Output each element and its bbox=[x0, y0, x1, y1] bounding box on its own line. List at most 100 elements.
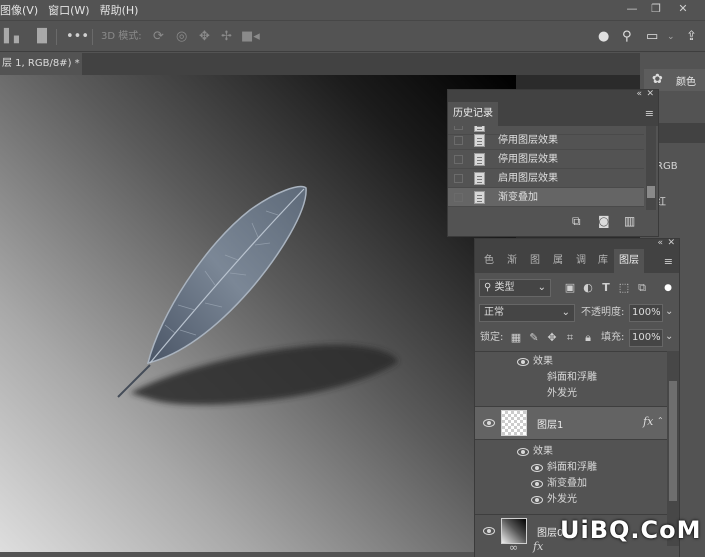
tab-history[interactable]: 历史记录 bbox=[448, 102, 498, 126]
panel-menu-icon[interactable]: ≡ bbox=[664, 255, 673, 268]
eye-icon[interactable] bbox=[517, 358, 529, 366]
effect-item[interactable]: 外发光 bbox=[475, 386, 663, 402]
collapse-icon[interactable]: « bbox=[657, 238, 663, 248]
add-style-button[interactable]: fx bbox=[533, 540, 543, 553]
color-panel-header[interactable]: ✿ 颜色 bbox=[644, 69, 705, 91]
distribute-icon[interactable]: ▐▌ bbox=[32, 29, 52, 45]
effects-group[interactable]: 效果 bbox=[475, 444, 663, 460]
layers-tabstrip: 色 渐 图 属 调 库 图层 ≡ bbox=[475, 249, 679, 273]
fill-input[interactable]: 100% bbox=[629, 329, 663, 347]
scrollbar-thumb[interactable] bbox=[669, 381, 677, 501]
history-item-label: 渐变叠加 bbox=[498, 192, 538, 203]
history-snapshot-checkbox[interactable] bbox=[454, 126, 463, 130]
tab-adjustments[interactable]: 调 bbox=[570, 249, 592, 273]
search-icon: ⚲ bbox=[484, 282, 495, 293]
lock-transparent-icon[interactable]: ▦ bbox=[509, 331, 523, 345]
tab-pattern[interactable]: 图 bbox=[524, 249, 546, 273]
eye-icon[interactable] bbox=[531, 480, 543, 488]
history-state-icon bbox=[474, 153, 485, 166]
history-item-label: 停用图层效果 bbox=[498, 135, 558, 146]
history-footer: ⧉ ◙ ▥ bbox=[448, 210, 658, 236]
close-window-icon[interactable]: ✕ bbox=[675, 2, 691, 16]
share-icon[interactable]: ⇪ bbox=[686, 29, 697, 45]
history-snapshot-checkbox[interactable] bbox=[454, 193, 463, 202]
opacity-input[interactable]: 100% bbox=[629, 304, 663, 322]
document-title: 层 1, RGB/8#) * bbox=[2, 58, 80, 69]
eye-icon[interactable] bbox=[483, 419, 495, 427]
link-layers-icon[interactable]: ∞ bbox=[509, 541, 518, 554]
filter-toggle-icon[interactable]: ● bbox=[661, 281, 675, 295]
new-document-from-state-icon[interactable]: ⧉ bbox=[572, 214, 581, 229]
history-item-label: 停用图层效果 bbox=[498, 154, 558, 165]
roll-3d-icon[interactable]: ◎ bbox=[176, 29, 187, 45]
orbit-3d-icon[interactable]: ⟳ bbox=[153, 29, 164, 45]
effect-item[interactable]: 外发光 bbox=[475, 492, 663, 508]
minimize-icon[interactable]: — bbox=[624, 2, 640, 16]
eye-icon[interactable] bbox=[517, 448, 529, 456]
panel-menu-icon[interactable]: ≡ bbox=[645, 107, 654, 120]
slide-3d-icon[interactable]: ✢ bbox=[221, 29, 232, 45]
blend-mode-select[interactable]: 正常 ⌄ bbox=[479, 304, 575, 322]
menu-window[interactable]: 窗口(W) bbox=[43, 2, 94, 18]
feather-artwork bbox=[117, 185, 398, 405]
menu-image[interactable]: 图像(V) bbox=[0, 2, 43, 18]
effect-item[interactable]: 斜面和浮雕 bbox=[475, 460, 663, 476]
close-panel-icon[interactable]: ✕ bbox=[667, 238, 675, 248]
history-snapshot-checkbox[interactable] bbox=[454, 174, 463, 183]
filter-type-icon[interactable]: T bbox=[599, 281, 613, 295]
eye-icon[interactable] bbox=[483, 527, 495, 535]
tab-gradient[interactable]: 渐 bbox=[501, 249, 523, 273]
filter-smart-object-icon[interactable]: ⧉ bbox=[635, 281, 649, 295]
effect-item[interactable]: 渐变叠加 bbox=[475, 476, 663, 492]
camera-icon[interactable]: ◙ bbox=[598, 214, 610, 228]
effect-item[interactable]: 斜面和浮雕 bbox=[475, 370, 663, 386]
lock-all-icon[interactable]: 🔒︎ bbox=[581, 331, 595, 345]
collapse-icon[interactable]: « bbox=[636, 89, 642, 99]
history-item[interactable]: 启用图层效果 bbox=[448, 169, 644, 188]
pan-3d-icon[interactable]: ✥ bbox=[199, 29, 210, 45]
chevron-down-icon[interactable]: ⌄ bbox=[667, 29, 675, 45]
layer-row-selected[interactable]: 图层1 fx ⌃ bbox=[475, 406, 667, 440]
history-item[interactable]: 停用图层效果 bbox=[448, 131, 644, 150]
chevron-down-icon[interactable]: ⌄ bbox=[665, 306, 673, 317]
tab-libraries[interactable]: 库 bbox=[593, 249, 613, 273]
history-state-icon bbox=[474, 134, 485, 147]
filter-adjustment-icon[interactable]: ◐ bbox=[581, 281, 595, 295]
lock-image-icon[interactable]: ✎ bbox=[527, 331, 541, 345]
lock-position-icon[interactable]: ✥ bbox=[545, 331, 559, 345]
trash-icon[interactable]: ▥ bbox=[624, 214, 635, 228]
filter-pixel-icon[interactable]: ▣ bbox=[563, 281, 577, 295]
fx-badge[interactable]: fx bbox=[643, 415, 653, 428]
search-icon[interactable]: ⚲ bbox=[622, 29, 632, 45]
eye-icon[interactable] bbox=[531, 496, 543, 504]
tab-color[interactable]: 色 bbox=[478, 249, 500, 273]
eye-icon[interactable] bbox=[531, 464, 543, 472]
history-state-icon bbox=[474, 172, 485, 185]
chevron-down-icon[interactable]: ⌄ bbox=[665, 331, 673, 342]
filter-shape-icon[interactable]: ⬚ bbox=[617, 281, 631, 295]
lock-artboard-icon[interactable]: ⌗ bbox=[563, 331, 577, 345]
lock-label: 锁定: bbox=[480, 332, 504, 343]
tab-properties[interactable]: 属 bbox=[547, 249, 569, 273]
scale-3d-icon[interactable]: ■◂ bbox=[241, 29, 260, 45]
history-item[interactable]: 停用图层效果 bbox=[448, 150, 644, 169]
history-scrollbar[interactable] bbox=[646, 126, 656, 210]
layer-filter-select[interactable]: ⚲ 类型 ⌄ bbox=[479, 279, 551, 297]
close-panel-icon[interactable]: ✕ bbox=[646, 89, 654, 99]
history-list: 停用图层效果 停用图层效果 启用图层效果 渐变叠加 bbox=[448, 126, 644, 210]
user-icon[interactable]: ● bbox=[598, 29, 609, 45]
history-item-selected[interactable]: 渐变叠加 bbox=[448, 188, 644, 207]
chevron-up-icon[interactable]: ⌃ bbox=[657, 416, 664, 425]
workspace-icon[interactable]: ▭ bbox=[646, 29, 658, 45]
canvas[interactable] bbox=[0, 75, 516, 552]
effects-group[interactable]: 效果 bbox=[475, 354, 663, 370]
restore-icon[interactable]: ❐ bbox=[648, 2, 664, 16]
tab-layers[interactable]: 图层 bbox=[614, 249, 644, 273]
history-snapshot-checkbox[interactable] bbox=[454, 136, 463, 145]
align-bottom-icon[interactable]: ▌▖ bbox=[4, 29, 24, 45]
document-tab[interactable]: 层 1, RGB/8#) * × bbox=[0, 53, 82, 75]
scrollbar-thumb[interactable] bbox=[647, 186, 655, 198]
more-options-icon[interactable]: ••• bbox=[66, 29, 89, 45]
menu-help[interactable]: 帮助(H) bbox=[95, 2, 144, 18]
history-snapshot-checkbox[interactable] bbox=[454, 155, 463, 164]
